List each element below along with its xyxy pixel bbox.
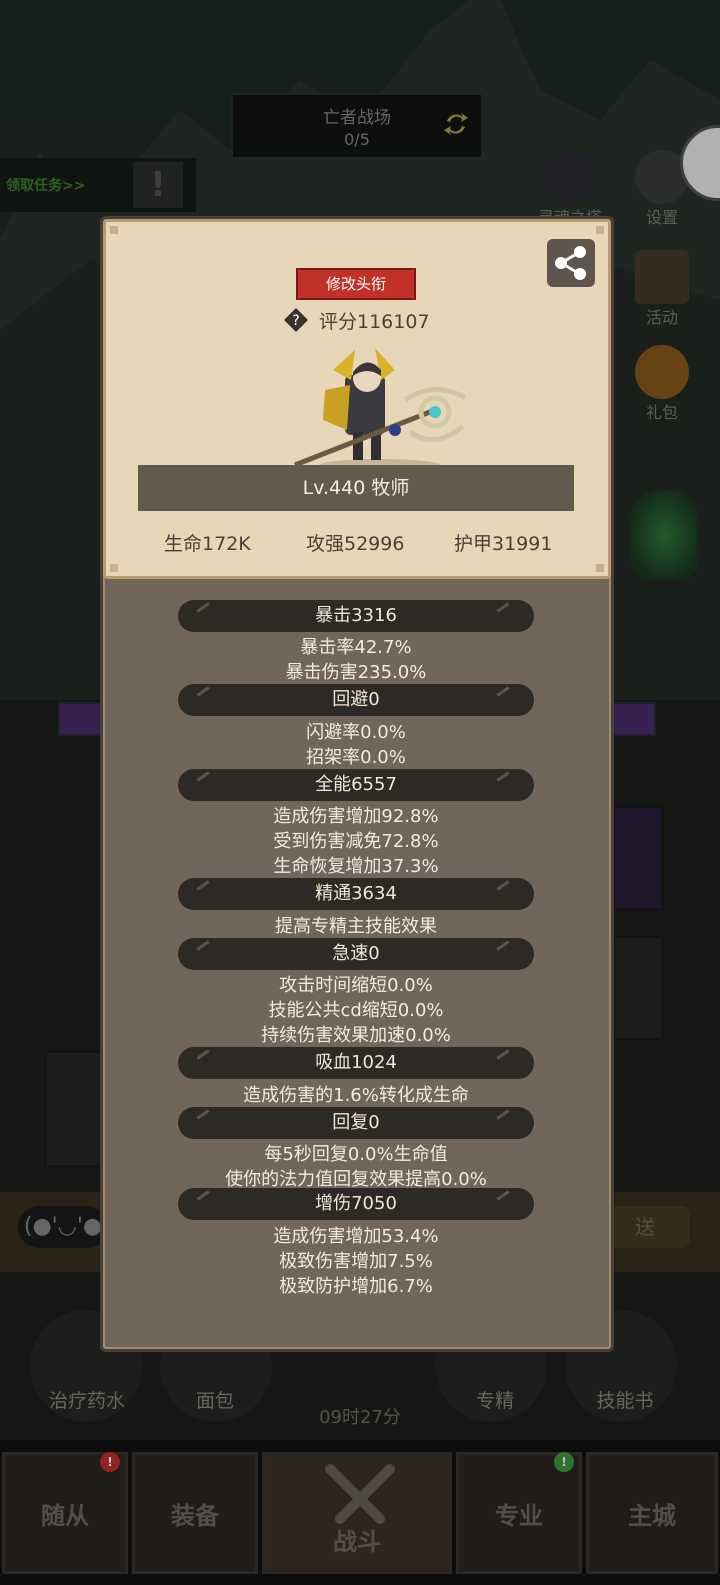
score-label: 评分116107 bbox=[319, 311, 430, 333]
edit-title-button[interactable]: 修改头衔 bbox=[296, 268, 416, 300]
level-class-bar: Lv.440 牧师 bbox=[138, 465, 574, 511]
stat-line: 造成伤害增加53.4% bbox=[273, 1226, 439, 1247]
stat-line: 暴击伤害235.0% bbox=[285, 662, 427, 683]
stat-line: 每5秒回复0.0%生命值 bbox=[264, 1144, 448, 1165]
stat-header-haste: 急速0 bbox=[178, 938, 534, 970]
help-icon[interactable]: ? bbox=[283, 307, 309, 333]
armor-stat: 护甲31991 bbox=[454, 533, 553, 555]
stat-line: 招架率0.0% bbox=[306, 747, 406, 768]
stat-header-regen: 回复0 bbox=[178, 1107, 534, 1139]
stat-header-damage-boost: 增伤7050 bbox=[178, 1188, 534, 1220]
corner-decoration bbox=[596, 226, 604, 234]
stat-line: 极致防护增加6.7% bbox=[279, 1276, 433, 1297]
share-icon bbox=[555, 246, 586, 280]
corner-decoration bbox=[110, 564, 118, 572]
svg-text:?: ? bbox=[292, 313, 299, 329]
stat-line: 提高专精主技能效果 bbox=[275, 916, 437, 937]
share-button[interactable] bbox=[547, 239, 595, 287]
priest-character-icon bbox=[294, 348, 467, 471]
stat-header-avoidance: 回避0 bbox=[178, 684, 534, 716]
stat-line: 持续伤害效果加速0.0% bbox=[261, 1025, 451, 1046]
stat-line: 攻击时间缩短0.0% bbox=[279, 975, 433, 996]
stat-line: 极致伤害增加7.5% bbox=[279, 1251, 433, 1272]
stat-line: 闪避率0.0% bbox=[306, 722, 406, 743]
corner-decoration bbox=[596, 564, 604, 572]
stat-line: 暴击率42.7% bbox=[300, 637, 412, 658]
corner-decoration bbox=[110, 226, 118, 234]
stat-header-lifesteal: 吸血1024 bbox=[178, 1047, 534, 1079]
stat-line: 造成伤害的1.6%转化成生命 bbox=[243, 1085, 469, 1106]
stat-line: 技能公共cd缩短0.0% bbox=[268, 1000, 444, 1021]
stat-line: 受到伤害减免72.8% bbox=[273, 831, 439, 852]
stat-line: 生命恢复增加37.3% bbox=[273, 856, 439, 877]
stat-header-crit: 暴击3316 bbox=[178, 600, 534, 632]
stat-header-mastery: 精通3634 bbox=[178, 878, 534, 910]
attack-stat: 攻强52996 bbox=[306, 533, 405, 555]
hp-stat: 生命172K bbox=[164, 533, 251, 555]
stat-line: 造成伤害增加92.8% bbox=[273, 806, 439, 827]
stat-header-versatility: 全能6557 bbox=[178, 769, 534, 801]
